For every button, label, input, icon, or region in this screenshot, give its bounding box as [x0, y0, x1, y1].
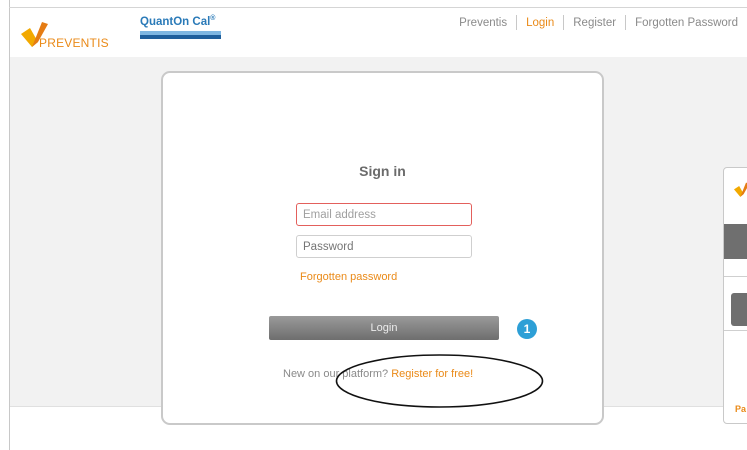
preventis-logo-icon	[734, 182, 747, 197]
screen-preview-panel: Pa	[723, 167, 747, 424]
nav-register[interactable]: Register	[564, 16, 625, 30]
register-prompt: New on our platform? Register for free!	[283, 368, 473, 380]
password-field[interactable]	[296, 235, 472, 258]
preview-divider	[724, 276, 747, 277]
preview-divider	[724, 330, 747, 331]
signin-title: Sign in	[359, 163, 406, 179]
product-name-text: QuantOn Cal	[140, 15, 211, 28]
preview-header-bar	[724, 224, 747, 259]
nav-forgotten-password[interactable]: Forgotten Password	[626, 16, 747, 30]
forgotten-password-link[interactable]: Forgotten password	[300, 271, 397, 283]
product-bar	[140, 31, 221, 39]
email-field[interactable]	[296, 203, 472, 226]
login-button[interactable]: Login	[269, 316, 499, 340]
preview-button	[731, 293, 747, 326]
signin-card: Sign in Forgotten password Login New on …	[161, 71, 604, 425]
nav-login[interactable]: Login	[517, 16, 563, 30]
nav-preventis[interactable]: Preventis	[450, 16, 516, 30]
header: PREVENTIS QuantOn Cal® Preventis Login R…	[10, 8, 747, 57]
step-badge: 1	[517, 319, 537, 339]
preview-text: Pa	[735, 404, 747, 414]
top-nav: Preventis Login Register Forgotten Passw…	[450, 15, 747, 30]
registered-mark: ®	[210, 15, 216, 22]
register-link[interactable]: Register for free!	[391, 368, 473, 380]
product-name: QuantOn Cal®	[140, 15, 215, 28]
logo-text: PREVENTIS	[39, 36, 109, 50]
new-on-platform-text: New on our platform?	[283, 368, 389, 380]
